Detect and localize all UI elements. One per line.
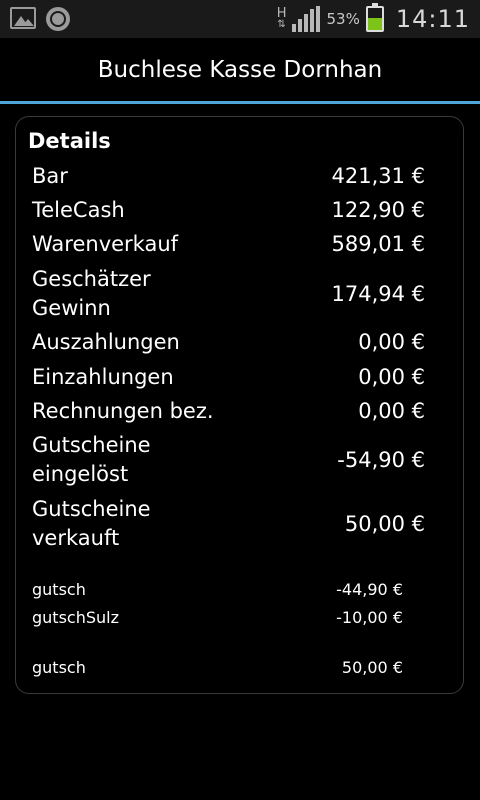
detail-value: 122,90 € [331,198,425,222]
clock: 14:11 [395,5,470,33]
redeemed-item-value: -10,00 € [336,608,403,627]
detail-row-rechnungen: Rechnungen bez. 0,00 € [32,396,425,426]
detail-row-gutscheine-verkauft: Gutscheine verkauft 50,00 € [32,494,425,554]
app-notification-icon [46,7,70,31]
detail-label: Warenverkauf [32,231,179,256]
redeemed-item-value: -44,90 € [336,580,403,599]
data-network-icon: H ⇅ [276,6,287,30]
battery-percent: 53% [326,10,360,28]
title-bar: Buchlese Kasse Dornhan [0,38,480,104]
detail-row-gutscheine-eingeloest: Gutscheine eingelöst -54,90 € [32,430,425,490]
detail-label: TeleCash [32,197,125,222]
gallery-icon [10,7,36,29]
detail-row-telecash: TeleCash 122,90 € [32,195,425,225]
status-bar: H ⇅ 53% 14:11 [0,0,480,38]
detail-row-warenverkauf: Warenverkauf 589,01 € [32,229,425,259]
details-panel: Details Bar 421,31 € TeleCash 122,90 € W… [15,116,464,694]
detail-label: Einzahlungen [32,364,174,389]
redeemed-item-name: gutschSulz [32,608,119,627]
system-status: H ⇅ 53% 14:11 [277,0,470,38]
signal-strength-icon [292,6,321,32]
redeemed-item-name: gutsch [32,580,86,599]
detail-value: 0,00 € [358,365,425,389]
sold-item-value: 50,00 € [341,658,403,677]
detail-row-einzahlungen: Einzahlungen 0,00 € [32,362,425,392]
detail-label: Gutscheine verkauft [32,497,151,550]
battery-icon [365,3,384,32]
notification-icons [10,7,70,31]
detail-value: 0,00 € [358,399,425,423]
detail-label: Geschätzer Gewinn [32,267,151,320]
detail-label: Auszahlungen [32,329,180,354]
detail-label: Bar [32,163,68,188]
detail-row-bar: Bar 421,31 € [32,161,425,191]
detail-value: 50,00 € [344,512,425,536]
page-title: Buchlese Kasse Dornhan [97,56,383,83]
detail-value: -54,90 € [337,448,425,472]
detail-value: 421,31 € [331,164,425,188]
details-heading: Details [28,129,111,153]
detail-row-auszahlungen: Auszahlungen 0,00 € [32,327,425,357]
detail-label: Rechnungen bez. [32,398,214,423]
detail-row-gewinn: Geschätzer Gewinn 174,94 € [32,264,425,324]
detail-value: 174,94 € [331,282,425,306]
detail-value: 589,01 € [331,232,425,256]
detail-label: Gutscheine eingelöst [32,433,151,486]
detail-value: 0,00 € [358,330,425,354]
sold-item-name: gutsch [32,658,86,677]
